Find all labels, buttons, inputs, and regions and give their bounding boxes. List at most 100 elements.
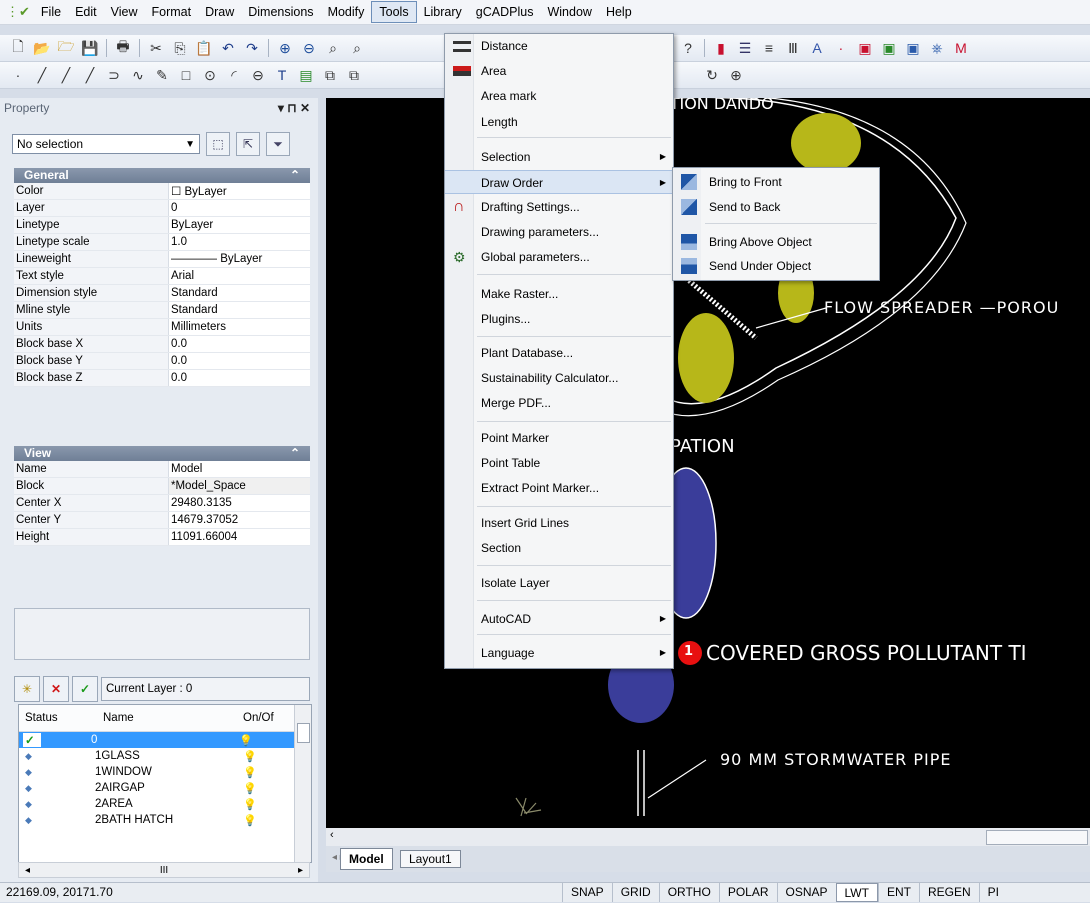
canvas-scroll-thumb[interactable]: [986, 830, 1088, 845]
block-tool-2-icon[interactable]: ▣: [880, 39, 898, 57]
menu-item-global-parameters[interactable]: ⚙ Global parameters...: [445, 245, 673, 269]
print-icon[interactable]: 🖶: [114, 38, 132, 57]
tab-layout1[interactable]: Layout1: [400, 850, 461, 868]
arc-icon[interactable]: ⊃: [105, 66, 123, 84]
zoom-in-icon[interactable]: ⊕: [276, 39, 294, 57]
property-row[interactable]: Layer 0: [14, 199, 310, 217]
osnap-toggle[interactable]: OSNAP: [776, 883, 836, 902]
menu-item-sustainability-calculator[interactable]: Sustainability Calculator...: [445, 366, 673, 390]
regen-toggle[interactable]: REGEN: [918, 883, 979, 902]
general-group-header[interactable]: General ⌃: [14, 168, 310, 183]
menu-item-extract-point-marker[interactable]: Extract Point Marker...: [445, 476, 673, 500]
property-row[interactable]: Mline style Standard: [14, 301, 310, 319]
menu-item-send-under-object[interactable]: Send Under Object: [673, 254, 879, 278]
column-on-off[interactable]: On/Of: [243, 712, 274, 724]
text-icon[interactable]: T: [273, 66, 291, 84]
circle-icon[interactable]: ⊙: [201, 66, 219, 84]
help-icon[interactable]: ?: [679, 39, 697, 57]
delete-layer-icon[interactable]: ✕: [43, 676, 69, 702]
lineweight-icon[interactable]: Ⅲ: [784, 39, 802, 57]
current-layer-check-icon[interactable]: ✓: [23, 733, 41, 747]
property-value[interactable]: 0.0: [168, 369, 310, 387]
undo-icon[interactable]: ↶: [219, 39, 237, 57]
layer-status-icon[interactable]: ◆: [19, 815, 95, 826]
property-value[interactable]: 0.0: [168, 352, 310, 370]
property-row[interactable]: Text style Arial: [14, 267, 310, 285]
mline-icon[interactable]: М: [952, 39, 970, 57]
menu-view[interactable]: View: [104, 2, 145, 22]
layer-row[interactable]: ◆ 2BATH HATCH 💡: [19, 812, 311, 828]
copy-icon[interactable]: ⎘: [171, 39, 189, 57]
property-value[interactable]: 1.0: [168, 233, 310, 251]
save-icon[interactable]: 💾: [81, 39, 99, 57]
selection-dropdown[interactable]: No selection ▼: [12, 134, 200, 154]
scroll-left-icon[interactable]: ‹: [330, 829, 334, 841]
layer-status-icon[interactable]: ◆: [19, 783, 95, 794]
layer-row[interactable]: ◆ 2AIRGAP 💡: [19, 780, 311, 796]
view-group-header[interactable]: View ⌃: [14, 446, 310, 461]
property-row[interactable]: Linetype scale 1.0: [14, 233, 310, 251]
menu-item-insert-grid-lines[interactable]: Insert Grid Lines: [445, 511, 673, 535]
polyline-icon[interactable]: ╱: [57, 66, 75, 84]
arc-2-icon[interactable]: ◜: [225, 66, 243, 84]
property-value[interactable]: 11091.66004: [168, 528, 310, 546]
property-value[interactable]: ByLayer: [168, 216, 310, 234]
menu-item-section[interactable]: Section: [445, 536, 673, 560]
scroll-right-icon[interactable]: ▸: [298, 865, 303, 876]
lightbulb-icon[interactable]: 💡: [243, 798, 293, 811]
scroll-thumb[interactable]: [297, 723, 310, 743]
menu-item-area-mark[interactable]: Area mark: [445, 84, 673, 108]
lightbulb-icon[interactable]: 💡: [243, 750, 293, 763]
cut-icon[interactable]: ✂: [147, 39, 165, 57]
property-value[interactable]: Arial: [168, 267, 310, 285]
property-value[interactable]: *Model_Space: [168, 477, 310, 495]
menu-item-plugins[interactable]: Plugins...: [445, 307, 673, 331]
property-row[interactable]: Linetype ByLayer: [14, 216, 310, 234]
menu-item-point-table[interactable]: Point Table: [445, 451, 673, 475]
property-row[interactable]: Center X 29480.3135: [14, 494, 310, 512]
menu-tools[interactable]: Tools: [371, 1, 417, 23]
menu-item-send-to-back[interactable]: Send to Back: [673, 195, 879, 219]
property-row[interactable]: Center Y 14679.37052: [14, 511, 310, 529]
lightbulb-icon[interactable]: 💡: [243, 766, 293, 779]
canvas-hscrollbar[interactable]: ‹: [326, 828, 1090, 846]
rectangle-icon[interactable]: □: [177, 66, 195, 84]
property-row[interactable]: Block base Y 0.0: [14, 352, 310, 370]
property-row[interactable]: Color ☐ ByLayer: [14, 183, 310, 200]
block-tool-3-icon[interactable]: ▣: [904, 39, 922, 57]
pi-toggle[interactable]: PI: [978, 883, 1007, 902]
layer-row[interactable]: ◆ 1WINDOW 💡: [19, 764, 311, 780]
menu-item-make-raster[interactable]: Make Raster...: [445, 282, 673, 306]
menu-item-autocad[interactable]: AutoCAD ▶: [445, 607, 673, 631]
layer-row[interactable]: ◆ 1GLASS 💡: [19, 748, 311, 764]
text-style-icon[interactable]: A: [808, 39, 826, 57]
menu-item-drafting-settings[interactable]: ∩ Drafting Settings...: [445, 195, 673, 219]
plot-icon[interactable]: ⎈: [928, 39, 946, 57]
menu-item-distance[interactable]: Distance: [445, 34, 673, 58]
zoom-out-icon[interactable]: ⊖: [300, 39, 318, 57]
menu-edit[interactable]: Edit: [68, 2, 104, 22]
menu-draw[interactable]: Draw: [198, 2, 241, 22]
spline-icon[interactable]: ∿: [129, 66, 147, 84]
property-row[interactable]: Units Millimeters: [14, 318, 310, 336]
layer-list-hscrollbar[interactable]: ◂ III ▸: [18, 862, 310, 878]
property-row[interactable]: Dimension style Standard: [14, 284, 310, 302]
lightbulb-icon[interactable]: 💡: [239, 734, 289, 747]
menu-gcadplus[interactable]: gCADPlus: [469, 2, 541, 22]
property-row[interactable]: Name Model: [14, 461, 310, 478]
layers-icon[interactable]: ☰: [736, 39, 754, 57]
ortho-toggle[interactable]: ORTHO: [658, 883, 719, 902]
zoom-extents-icon[interactable]: ⌕: [348, 39, 366, 57]
menu-item-draw-order[interactable]: Draw Order ▶: [445, 170, 673, 194]
lightbulb-icon[interactable]: 💡: [243, 782, 293, 795]
menu-item-plant-database[interactable]: Plant Database...: [445, 341, 673, 365]
ent-toggle[interactable]: ENT: [877, 883, 919, 902]
menu-item-merge-pdf[interactable]: Merge PDF...: [445, 391, 673, 415]
lightbulb-icon[interactable]: 💡: [243, 814, 293, 827]
point-icon[interactable]: ·: [9, 66, 27, 84]
property-value[interactable]: Model: [168, 461, 310, 478]
quick-select-filter-icon[interactable]: ⏷: [266, 132, 290, 156]
property-row[interactable]: Block *Model_Space: [14, 477, 310, 495]
pencil-icon[interactable]: ✎: [153, 66, 171, 84]
tab-model[interactable]: Model: [340, 848, 393, 870]
